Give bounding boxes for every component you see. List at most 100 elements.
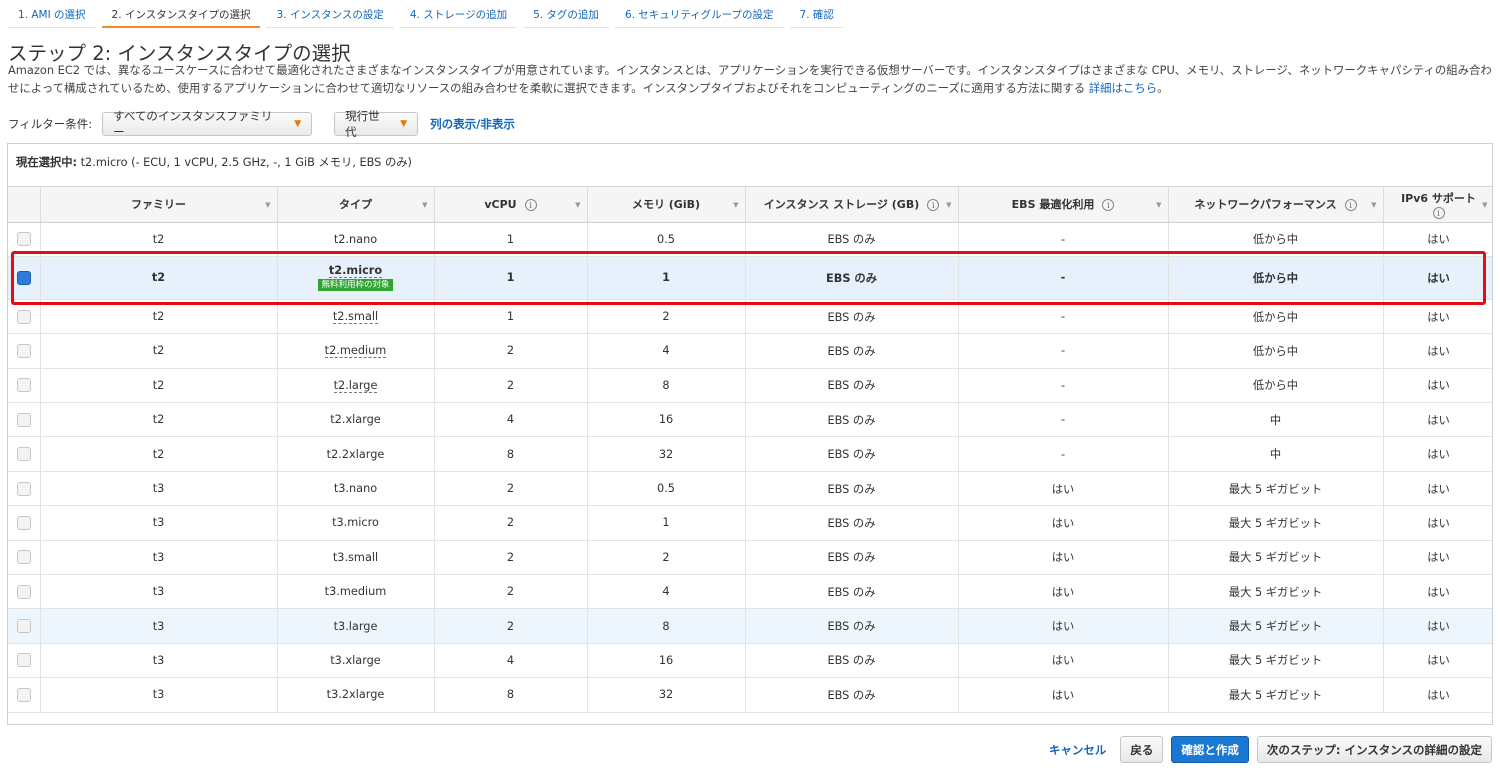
cell-storage-value: EBS のみ <box>827 620 876 634</box>
page-description: Amazon EC2 では、異なるユースケースに合わせて最適化されたさまざまなイ… <box>8 62 1492 97</box>
cell-type: t2.medium <box>277 333 435 369</box>
learn-more-link[interactable]: 詳細はこちら <box>1089 81 1157 95</box>
cell-ipv6: はい <box>1383 505 1492 541</box>
row-checkbox[interactable] <box>16 515 31 530</box>
cell-memory-value: 2 <box>662 310 670 324</box>
column-header-memory[interactable]: メモリ (GiB) ▼ <box>587 187 746 223</box>
current-selection: 現在選択中: t2.micro (- ECU, 1 vCPU, 2.5 GHz,… <box>8 144 1492 187</box>
cell-vcpu: 1 <box>434 256 588 300</box>
cell-ipv6: はい <box>1383 643 1492 679</box>
description-text: Amazon EC2 では、異なるユースケースに合わせて最適化されたさまざまなイ… <box>8 63 1492 95</box>
cell-vcpu: 1 <box>434 299 588 335</box>
cell-storage-value: EBS のみ <box>827 551 876 565</box>
cell-memory: 4 <box>587 333 746 369</box>
cell-ebs-optimized: - <box>958 402 1169 438</box>
cell-ebs-optimized: はい <box>958 471 1169 507</box>
table-row[interactable]: t2 t2.micro 無料利用枠の対象 1 1 EBS のみ - 低から中 はい <box>8 256 1492 300</box>
row-checkbox[interactable] <box>16 412 31 427</box>
cell-memory: 1 <box>587 256 746 300</box>
tab-review[interactable]: 7. 確認 <box>789 0 844 28</box>
table-row[interactable]: t2 t2.2xlarge 8 32 EBS のみ - 中 はい <box>8 436 1492 472</box>
info-icon[interactable]: i <box>1102 199 1115 212</box>
column-header-instance-storage[interactable]: インスタンス ストレージ (GB) i ▼ <box>745 187 959 223</box>
sort-icon: ▼ <box>575 201 581 209</box>
cell-ebs-optimized-value: - <box>1060 413 1066 427</box>
table-row[interactable]: t3 t3.medium 2 4 EBS のみ はい 最大 5 ギガビット はい <box>8 574 1492 610</box>
row-checkbox[interactable] <box>16 378 31 393</box>
table-row[interactable]: t3 t3.xlarge 4 16 EBS のみ はい 最大 5 ギガビット はい <box>8 643 1492 679</box>
table-row[interactable]: t2 t2.nano 1 0.5 EBS のみ - 低から中 はい <box>8 222 1492 257</box>
cell-memory-value: 32 <box>658 688 674 702</box>
row-checkbox[interactable] <box>16 309 31 324</box>
info-icon[interactable]: i <box>1432 206 1445 219</box>
cell-ebs-optimized: はい <box>958 540 1169 576</box>
column-header-network[interactable]: ネットワークパフォーマンス i ▼ <box>1168 187 1384 223</box>
review-and-launch-button[interactable]: 確認と作成 <box>1171 736 1249 763</box>
cell-ipv6: はい <box>1383 333 1492 369</box>
table-row[interactable]: t3 t3.small 2 2 EBS のみ はい 最大 5 ギガビット はい <box>8 540 1492 576</box>
info-icon[interactable]: i <box>1344 199 1357 212</box>
tab-instance-type[interactable]: 2. インスタンスタイプの選択 <box>101 0 261 28</box>
cancel-button[interactable]: キャンセル <box>1043 736 1113 763</box>
table-row[interactable]: t3 t3.micro 2 1 EBS のみ はい 最大 5 ギガビット はい <box>8 505 1492 541</box>
column-label: インスタンス ストレージ (GB) <box>763 198 920 212</box>
cell-storage-value: EBS のみ <box>827 516 876 530</box>
row-checkbox[interactable] <box>16 653 31 668</box>
row-checkbox[interactable] <box>16 619 31 634</box>
generation-filter-select[interactable]: 現行世代 ▼ <box>334 109 419 139</box>
cell-ipv6-value: はい <box>1427 448 1450 462</box>
info-icon[interactable]: i <box>524 198 537 211</box>
row-checkbox[interactable] <box>16 447 31 462</box>
instance-type-panel: 現在選択中: t2.micro (- ECU, 1 vCPU, 2.5 GHz,… <box>7 143 1493 725</box>
column-header-type[interactable]: タイプ ▼ <box>277 187 435 223</box>
cell-type: t3.micro <box>277 505 435 541</box>
column-header-family[interactable]: ファミリー ▼ <box>40 187 278 223</box>
cell-type-value: t2.small <box>332 310 379 325</box>
row-checkbox[interactable] <box>16 584 31 599</box>
table-row[interactable]: t2 t2.xlarge 4 16 EBS のみ - 中 はい <box>8 402 1492 438</box>
cell-network: 最大 5 ギガビット <box>1168 677 1384 713</box>
show-hide-columns-link[interactable]: 列の表示/非表示 <box>430 116 515 132</box>
cell-storage-value: EBS のみ <box>827 654 876 668</box>
cell-vcpu: 8 <box>434 677 588 713</box>
cell-memory-value: 1 <box>662 516 670 530</box>
table-row[interactable]: t2 t2.large 2 8 EBS のみ - 低から中 はい <box>8 368 1492 404</box>
cell-vcpu: 2 <box>434 368 588 404</box>
table-row[interactable]: t2 t2.small 1 2 EBS のみ - 低から中 はい <box>8 299 1492 335</box>
cell-family: t3 <box>40 574 278 610</box>
chevron-down-icon: ▼ <box>400 119 408 129</box>
row-checkbox[interactable] <box>16 550 31 565</box>
cell-ipv6: はい <box>1383 256 1492 300</box>
table-row[interactable]: t3 t3.nano 2 0.5 EBS のみ はい 最大 5 ギガビット はい <box>8 471 1492 507</box>
cell-network-value: 最大 5 ギガビット <box>1228 585 1323 599</box>
info-icon[interactable]: i <box>927 199 940 212</box>
row-checkbox[interactable] <box>16 270 31 285</box>
cell-storage: EBS のみ <box>745 299 959 335</box>
cell-family-value: t2 <box>152 344 165 358</box>
row-checkbox[interactable] <box>16 687 31 702</box>
cell-type-value: t3.nano <box>333 482 378 496</box>
table-row[interactable]: t2 t2.medium 2 4 EBS のみ - 低から中 はい <box>8 333 1492 369</box>
next-step-button[interactable]: 次のステップ: インスタンスの詳細の設定 <box>1256 736 1492 763</box>
column-header-vcpu[interactable]: vCPU i ▼ <box>434 187 588 223</box>
table-row[interactable]: t3 t3.2xlarge 8 32 EBS のみ はい 最大 5 ギガビット はい <box>8 677 1492 713</box>
row-checkbox[interactable] <box>16 343 31 358</box>
table-row[interactable]: t3 t3.large 2 8 EBS のみ はい 最大 5 ギガビット はい <box>8 608 1492 644</box>
cell-ipv6: はい <box>1383 436 1492 472</box>
column-header-ipv6[interactable]: IPv6 サポート i ▼ <box>1383 187 1492 223</box>
cell-network-value: 最大 5 ギガビット <box>1228 482 1323 496</box>
row-checkbox[interactable] <box>16 232 31 247</box>
cell-ebs-optimized-value: はい <box>1051 482 1075 496</box>
cell-select <box>8 540 41 576</box>
tab-security-group[interactable]: 6. セキュリティグループの設定 <box>614 0 784 28</box>
tab-ami[interactable]: 1. AMI の選択 <box>8 0 96 28</box>
cell-vcpu-value: 4 <box>506 413 515 427</box>
back-button[interactable]: 戻る <box>1120 736 1164 763</box>
cell-select <box>8 256 41 300</box>
tab-add-tags[interactable]: 5. タグの追加 <box>523 0 609 28</box>
column-header-ebs-optimized[interactable]: EBS 最適化利用 i ▼ <box>958 187 1169 223</box>
tab-configure-instance[interactable]: 3. インスタンスの設定 <box>266 0 394 28</box>
family-filter-select[interactable]: すべてのインスタンスファミリー ▼ <box>102 109 313 139</box>
row-checkbox[interactable] <box>16 481 31 496</box>
tab-add-storage[interactable]: 4. ストレージの追加 <box>399 0 518 28</box>
